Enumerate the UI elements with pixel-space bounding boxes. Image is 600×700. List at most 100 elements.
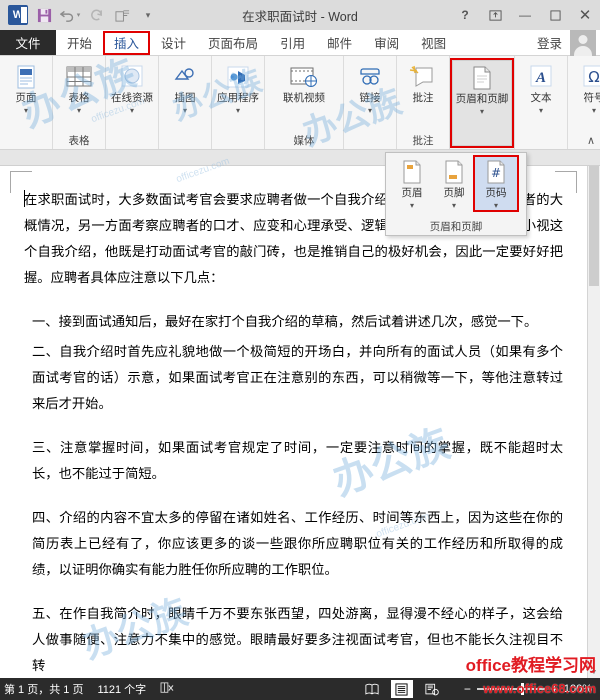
footer-page-icon: [441, 159, 467, 185]
chevron-down-icon[interactable]: ▾: [494, 201, 498, 210]
ribbon-group-media: 联机视频 媒体: [265, 56, 344, 149]
page-number-gallery-button[interactable]: # 页码 ▾: [473, 155, 519, 212]
link-button[interactable]: 链接 ▾: [346, 60, 394, 122]
table-button[interactable]: 表格 ▾: [55, 60, 103, 122]
dropdown-group-label: 页眉和页脚: [429, 221, 483, 233]
tab-home[interactable]: 开始: [56, 30, 103, 55]
chevron-down-icon[interactable]: ▾: [539, 106, 543, 115]
group-label-media: 媒体: [293, 135, 315, 147]
document-paragraph: 三、注意掌握时间，如果面试考官规定了时间，一定要注意时间的掌握，既不能超时太长，…: [32, 441, 563, 482]
apps-button[interactable]: 应用程序 ▾: [214, 60, 262, 122]
comment-icon: [408, 63, 438, 91]
window-controls: ? — ✕: [450, 1, 600, 29]
chevron-down-icon[interactable]: ▾: [452, 201, 456, 210]
online-resource-icon: [117, 63, 147, 91]
view-buttons: [361, 680, 449, 698]
chevron-down-icon[interactable]: ▾: [24, 106, 28, 115]
page-number-icon: #: [483, 159, 509, 185]
online-video-label: 联机视频: [283, 92, 325, 104]
ribbon-group-online-resource: 在线资源 ▾: [106, 56, 159, 149]
svg-text:Ω: Ω: [588, 68, 599, 86]
illustration-icon: [170, 63, 200, 91]
collapse-ribbon-button[interactable]: ∧: [587, 134, 595, 147]
tab-page-layout[interactable]: 页面布局: [197, 30, 269, 55]
chevron-down-icon[interactable]: ▾: [236, 106, 240, 115]
tab-file[interactable]: 文件: [0, 30, 56, 55]
ribbon-group-table: 表格 ▾ 表格: [53, 56, 106, 149]
header-footer-button[interactable]: 页眉和页脚 ▾: [450, 58, 514, 148]
sign-in-link[interactable]: 登录: [537, 33, 562, 52]
chevron-down-icon[interactable]: ▾: [368, 106, 372, 115]
table-label: 表格: [68, 92, 90, 104]
text-button[interactable]: A 文本 ▾: [517, 60, 565, 122]
close-button[interactable]: ✕: [570, 1, 600, 29]
tab-design[interactable]: 设计: [150, 30, 197, 55]
web-layout-view-button[interactable]: [421, 680, 443, 698]
group-label-header-footer: [450, 146, 514, 149]
comment-label: 批注: [412, 92, 434, 104]
ribbon-group-links: 链接 ▾: [344, 56, 397, 149]
redo-icon[interactable]: [84, 3, 108, 27]
ribbon-group-comments: 批注 批注: [397, 56, 450, 149]
header-footer-icon: [467, 64, 497, 92]
header-page-icon: [399, 159, 425, 185]
comment-button[interactable]: 批注: [399, 60, 447, 122]
online-video-button[interactable]: 联机视频: [267, 60, 341, 122]
chevron-down-icon[interactable]: ▾: [410, 201, 414, 210]
save-icon[interactable]: [32, 3, 56, 27]
watermark-red-site-name: office教程学习网: [465, 656, 596, 675]
symbol-button[interactable]: Ω 符号 ▾: [570, 60, 600, 122]
header-footer-dropdown: 页眉 ▾ 页脚 ▾ # 页码 ▾ 页眉和页脚: [385, 152, 527, 236]
pages-label: 页面: [15, 92, 37, 104]
online-resource-button[interactable]: 在线资源 ▾: [108, 60, 156, 122]
ribbon-display-options-button[interactable]: [480, 1, 510, 29]
pages-button[interactable]: 页面 ▾: [2, 60, 50, 122]
ribbon-group-header-footer: 页眉和页脚 ▾: [450, 56, 515, 149]
footer-gallery-button[interactable]: 页脚 ▾: [433, 157, 475, 210]
zoom-out-button[interactable]: −: [463, 682, 472, 696]
scrollbar-thumb[interactable]: [589, 166, 599, 286]
tab-insert[interactable]: 插入: [103, 30, 151, 55]
document-paragraph: 四、介绍的内容不宜太多的停留在诸如姓名、工作经历、时间等东西上，因为这些在你的简…: [32, 511, 563, 578]
vertical-scrollbar[interactable]: ▲ ▼: [587, 166, 600, 678]
svg-text:A: A: [535, 70, 546, 86]
proofing-icon[interactable]: [160, 681, 174, 697]
avatar[interactable]: [570, 29, 596, 56]
print-layout-view-button[interactable]: [390, 680, 413, 698]
tab-mailings[interactable]: 邮件: [316, 30, 363, 55]
page-indicator[interactable]: 第 1 页，共 1 页: [4, 681, 83, 697]
link-label: 链接: [359, 92, 381, 104]
touch-mode-icon[interactable]: [110, 3, 134, 27]
chevron-down-icon[interactable]: ▾: [592, 106, 596, 115]
help-button[interactable]: ?: [450, 1, 480, 29]
page-icon: [11, 63, 41, 91]
tab-view[interactable]: 视图: [410, 30, 457, 55]
chevron-down-icon[interactable]: ▾: [130, 106, 134, 115]
text-icon: A: [526, 63, 556, 91]
ribbon-group-illustration: 插图 ▾: [159, 56, 212, 149]
chevron-down-icon[interactable]: ▾: [183, 106, 187, 115]
ribbon-group-text: A 文本 ▾: [515, 56, 568, 149]
read-mode-view-button[interactable]: [361, 680, 383, 698]
apps-icon: [223, 63, 253, 91]
title-bar: W ▾ ▾ 在求职面试时 - Word ? — ✕: [0, 0, 600, 30]
tab-references[interactable]: 引用: [269, 30, 316, 55]
tab-review[interactable]: 审阅: [363, 30, 410, 55]
word-count[interactable]: 1121 个字: [97, 681, 146, 697]
page-number-gallery-label: 页码: [485, 187, 507, 199]
header-gallery-label: 页眉: [401, 187, 423, 199]
maximize-button[interactable]: [540, 1, 570, 29]
undo-icon[interactable]: ▾: [58, 3, 82, 27]
document-paragraph: 二、自我介绍时首先应礼貌地做一个极简短的开场白，并向所有的面试人员（如果有多个面…: [32, 345, 563, 412]
online-resource-label: 在线资源: [111, 92, 153, 104]
qat-more-icon[interactable]: ▾: [136, 3, 160, 27]
chevron-down-icon[interactable]: ▾: [77, 106, 81, 115]
minimize-button[interactable]: —: [510, 1, 540, 29]
chevron-down-icon[interactable]: ▾: [480, 107, 484, 116]
illustration-button[interactable]: 插图 ▾: [161, 60, 209, 122]
header-gallery-button[interactable]: 页眉 ▾: [391, 157, 433, 210]
online-video-icon: [289, 63, 319, 91]
document-page[interactable]: 在求职面试时，大多数面试考官会要求应聘者做一个自我介绍，一方面以此了解应聘者的大…: [0, 166, 587, 678]
document-area: 在求职面试时，大多数面试考官会要求应聘者做一个自我介绍，一方面以此了解应聘者的大…: [0, 166, 600, 678]
group-label-pages: [0, 134, 52, 149]
